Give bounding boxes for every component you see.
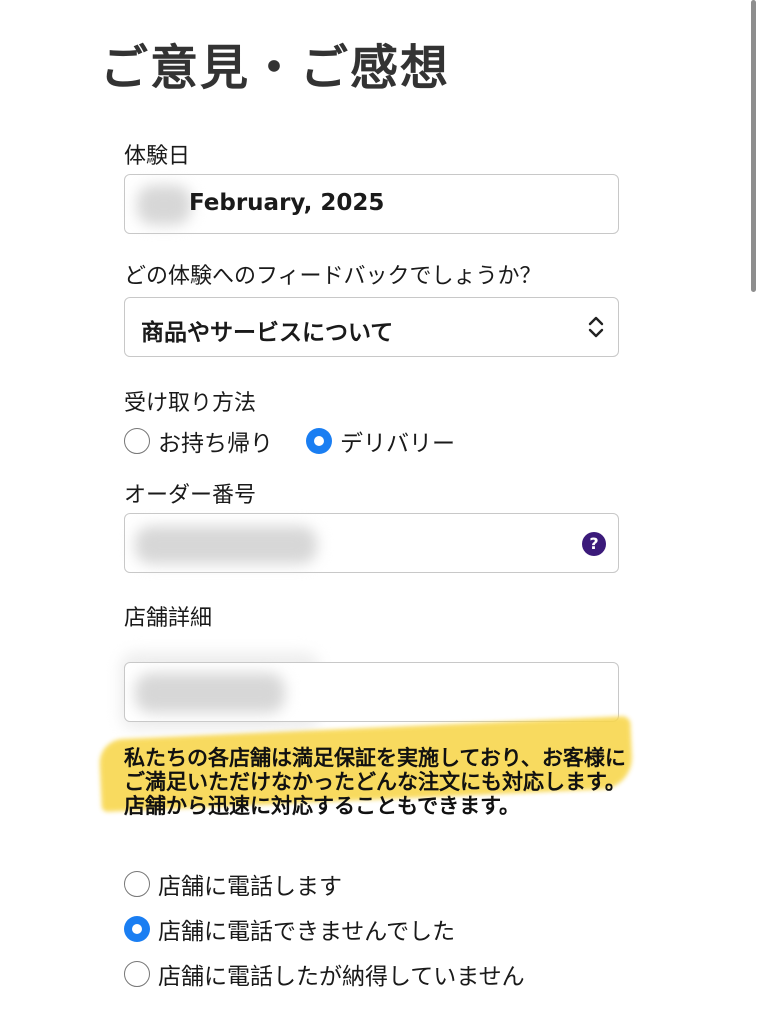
radio-button[interactable] — [124, 961, 150, 987]
radio-button[interactable] — [124, 871, 150, 897]
experience-date-value: February, 2025 — [189, 190, 385, 216]
contact-option-label: 店舗に電話できませんでした — [158, 919, 456, 945]
page-title: ご意見・ご感想 — [100, 40, 451, 96]
experience-date-label: 体験日 — [124, 144, 191, 169]
radio-button[interactable] — [124, 428, 150, 454]
feedback-type-selected-value: 商品やサービスについて — [141, 320, 394, 346]
redacted-day — [137, 185, 191, 225]
experience-date-field[interactable]: February, 2025 — [124, 174, 619, 234]
scrollbar[interactable] — [751, 0, 756, 292]
radio-button-selected[interactable] — [124, 916, 150, 942]
pickup-method-label: 受け取り方法 — [124, 391, 257, 416]
contact-option-could-not-call[interactable]: 店舗に電話できませんでした — [124, 912, 455, 946]
contact-option-label: 店舗に電話します — [158, 874, 342, 900]
feedback-type-select[interactable]: 商品やサービスについて — [124, 297, 619, 357]
store-details-label: 店舗詳細 — [124, 606, 213, 631]
contact-option-label: 店舗に電話したが納得していません — [158, 964, 525, 990]
help-icon[interactable]: ? — [582, 532, 606, 556]
store-details-field[interactable] — [124, 662, 619, 722]
redacted-order-number — [135, 526, 317, 564]
order-number-field[interactable]: ? — [124, 513, 619, 573]
pickup-option-label: お持ち帰り — [158, 431, 273, 457]
redacted-store-details — [135, 673, 285, 713]
radio-button-selected[interactable] — [306, 428, 332, 454]
contact-option-called[interactable]: 店舗に電話します — [124, 867, 342, 901]
feedback-type-label: どの体験へのフィードバックでしょうか？ — [124, 264, 542, 289]
satisfaction-notice: 私たちの各店舗は満足保証を実施しており、お客様にご満足いただけなかったどんな注文… — [124, 746, 626, 818]
pickup-option-takeout[interactable]: お持ち帰り — [124, 424, 273, 458]
chevron-updown-icon — [588, 316, 604, 338]
contact-option-unsatisfied[interactable]: 店舗に電話したが納得していません — [124, 957, 525, 991]
pickup-option-label: デリバリー — [340, 431, 455, 457]
pickup-option-delivery[interactable]: デリバリー — [306, 424, 455, 458]
order-number-label: オーダー番号 — [124, 483, 257, 508]
